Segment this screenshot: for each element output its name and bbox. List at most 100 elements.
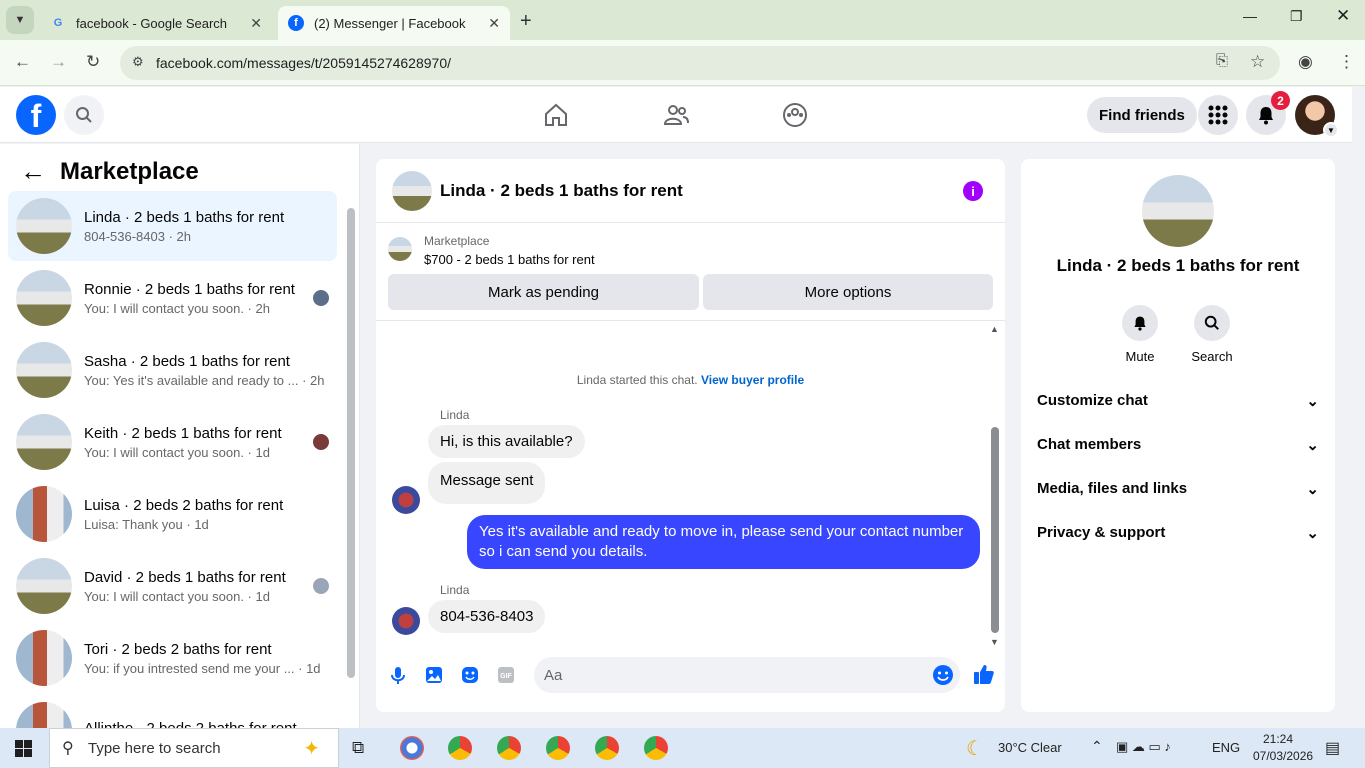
conversation-item[interactable]: David · 2 beds 1 baths for rent You: I wi… [8, 551, 337, 621]
more-options-button[interactable]: More options [703, 274, 993, 310]
home-icon[interactable] [542, 101, 570, 129]
thumbs-up-icon[interactable] [972, 662, 996, 686]
chrome-icon[interactable] [497, 736, 521, 760]
microphone-icon[interactable] [388, 665, 408, 685]
scrollbar[interactable] [347, 208, 355, 678]
chevron-down-icon: ⌄ [1306, 525, 1319, 542]
chevron-up-icon[interactable]: ⌃ [1091, 738, 1103, 755]
notification-center-icon[interactable]: ▤ [1325, 738, 1340, 758]
photo-icon[interactable] [424, 665, 444, 685]
chat-members-section[interactable]: Chat members ⌄ [1037, 436, 1319, 454]
weather-text[interactable]: 30°C Clear [998, 740, 1062, 755]
chat-title[interactable]: Linda · 2 beds 1 baths for rent [440, 181, 683, 201]
browser-tabbar: ▼ G facebook - Google Search ✕ f (2) Mes… [0, 0, 1365, 40]
view-buyer-profile-link[interactable]: View buyer profile [701, 373, 804, 387]
details-title: Linda · 2 beds 1 baths for rent [1056, 256, 1300, 275]
incoming-message[interactable]: Hi, is this available? [428, 425, 585, 458]
info-icon[interactable]: i [963, 181, 983, 201]
read-receipt-avatar [313, 434, 329, 450]
minimize-button[interactable]: — [1243, 8, 1257, 24]
media-files-section[interactable]: Media, files and links ⌄ [1037, 480, 1319, 498]
site-info-icon[interactable]: ⚙ [132, 54, 144, 70]
clock-date[interactable]: 07/03/2026 [1253, 749, 1313, 763]
back-icon[interactable]: ← [14, 52, 31, 72]
scrollbar[interactable] [991, 427, 999, 633]
taskbar: ⚲ Type here to search ✦ ⧉ ☾ 30°C Clear ⌃… [0, 728, 1365, 768]
conversation-details: Linda · 2 beds 1 baths for rent Mute Sea… [1021, 159, 1335, 712]
system-tray-icons[interactable]: ▣ ☁ ▭ ♪ [1116, 739, 1171, 755]
conversation-name: David · 2 beds 1 baths for rent [84, 568, 286, 586]
facebook-header: f Find friends 2 ▼ [0, 87, 1352, 143]
conversation-item[interactable]: Keith · 2 beds 1 baths for rent You: I wi… [8, 407, 337, 477]
url-field[interactable]: ⚙ facebook.com/messages/t/20591452746289… [120, 46, 1280, 80]
forward-icon[interactable]: → [50, 52, 67, 72]
browser-menu-icon[interactable]: ⋮ [1338, 52, 1355, 72]
taskbar-search[interactable]: ⚲ Type here to search ✦ [49, 728, 339, 768]
facebook-logo[interactable]: f [16, 95, 56, 135]
customize-chat-section[interactable]: Customize chat ⌄ [1037, 392, 1319, 410]
chrome-icon[interactable] [644, 736, 668, 760]
reload-icon[interactable]: ↻ [86, 52, 100, 72]
conversation-name: Ronnie · 2 beds 1 baths for rent [84, 280, 295, 298]
app-icon[interactable] [400, 736, 424, 760]
address-bar: ← → ↻ ⚙ facebook.com/messages/t/20591452… [0, 40, 1365, 86]
friends-icon[interactable] [662, 101, 690, 129]
close-icon[interactable]: ✕ [488, 15, 500, 32]
url-text: facebook.com/messages/t/2059145274628970… [156, 55, 451, 71]
conversation-preview: You: Yes it's available and ready to ...… [84, 372, 325, 388]
language-indicator[interactable]: ENG [1212, 740, 1240, 755]
conversation-item[interactable]: Ronnie · 2 beds 1 baths for rent You: I w… [8, 263, 337, 333]
tab-messenger[interactable]: f (2) Messenger | Facebook ✕ [278, 6, 510, 40]
tab-google-search[interactable]: G facebook - Google Search ✕ [40, 6, 272, 40]
chrome-icon[interactable] [546, 736, 570, 760]
close-window-button[interactable]: ✕ [1336, 6, 1350, 26]
bell-icon [1259, 107, 1273, 125]
account-avatar[interactable]: ▼ [1295, 95, 1339, 138]
bookmark-star-icon[interactable]: ☆ [1250, 52, 1265, 72]
gif-icon[interactable]: GIF [496, 665, 516, 685]
outgoing-message[interactable]: Yes it's available and ready to move in,… [467, 515, 980, 569]
search-in-conversation-button[interactable]: Search [1182, 305, 1242, 364]
search-icon [1204, 315, 1219, 330]
find-friends-button[interactable]: Find friends [1087, 97, 1197, 133]
new-tab-button[interactable]: + [520, 10, 532, 33]
groups-icon[interactable] [781, 101, 809, 129]
conversation-item[interactable]: Sasha · 2 beds 1 baths for rent You: Yes … [8, 335, 337, 405]
privacy-support-section[interactable]: Privacy & support ⌄ [1037, 524, 1319, 542]
listing-price[interactable]: $700 - 2 beds 1 baths for rent [424, 252, 595, 267]
sender-avatar[interactable] [392, 486, 420, 514]
windows-start-icon[interactable] [15, 740, 32, 757]
task-view-icon[interactable]: ⧉ [352, 738, 364, 758]
incoming-message[interactable]: Message sent [428, 462, 546, 504]
tab-search-button[interactable]: ▼ [6, 6, 34, 34]
chrome-icon[interactable] [595, 736, 619, 760]
restore-button[interactable]: ❐ [1290, 8, 1303, 25]
back-arrow-icon[interactable]: ← [20, 156, 46, 187]
search-button[interactable] [64, 95, 104, 135]
emoji-icon[interactable] [932, 664, 954, 686]
facebook-icon: f [288, 15, 304, 31]
menu-button[interactable] [1198, 95, 1238, 135]
conversation-item[interactable]: Tori · 2 beds 2 baths for rent You: if yo… [8, 623, 337, 693]
install-icon[interactable]: ⎘ [1216, 52, 1228, 69]
sticker-icon[interactable] [460, 665, 480, 685]
listing-thumbnail[interactable] [1142, 175, 1214, 247]
notifications-button[interactable]: 2 [1246, 91, 1290, 135]
bell-icon [1134, 316, 1146, 331]
mute-button[interactable]: Mute [1110, 305, 1170, 364]
conversation-item[interactable]: Luisa · 2 beds 2 baths for rent Luisa: Th… [8, 479, 337, 549]
chevron-down-icon: ▼ [1323, 122, 1339, 138]
close-icon[interactable]: ✕ [250, 15, 262, 32]
conversation-item[interactable]: Allinthe · 2 beds 2 baths for rent [8, 695, 337, 728]
mark-pending-button[interactable]: Mark as pending [388, 274, 699, 310]
chrome-icon[interactable] [448, 736, 472, 760]
incoming-message[interactable]: 804-536-8403 [428, 600, 546, 633]
sender-avatar[interactable] [392, 607, 420, 635]
profile-icon[interactable]: ◉ [1298, 52, 1313, 72]
message-input[interactable]: Aa [534, 657, 960, 693]
scroll-up-arrow-icon[interactable]: ▲ [990, 324, 999, 334]
conversation-item[interactable]: Linda · 2 beds 1 baths for rent 804-536-8… [8, 191, 337, 261]
listing-thumbnail[interactable] [392, 170, 432, 211]
clock-time[interactable]: 21:24 [1263, 732, 1293, 746]
scroll-down-arrow-icon[interactable]: ▼ [990, 637, 999, 647]
